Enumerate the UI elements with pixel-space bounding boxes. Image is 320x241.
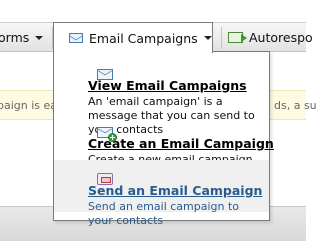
top-navbar: orms Email Campaigns Autorespo: [0, 22, 313, 53]
nav-email-campaigns[interactable]: Email Campaigns: [53, 22, 213, 53]
autoresponder-icon: [228, 32, 247, 43]
menu-item-title[interactable]: View Email Campaigns: [88, 74, 269, 93]
send-envelope-icon: [97, 173, 113, 185]
menu-item-send-email-campaign[interactable]: Send an Email Campaign Send an email cam…: [54, 160, 269, 227]
plus-badge-icon: [108, 133, 117, 142]
menu-item-title[interactable]: Send an Email Campaign: [88, 179, 269, 198]
nav-autoresponders[interactable]: Autorespo: [228, 23, 313, 52]
nav-forms-label: orms: [0, 30, 30, 45]
envelope-icon: [69, 33, 83, 43]
menu-item-create-email-campaign[interactable]: Create an Email Campaign Create a new em…: [54, 113, 274, 166]
envelope-add-icon: [97, 127, 117, 142]
email-campaigns-dropdown: View Email Campaigns An 'email campaign'…: [53, 51, 274, 227]
chevron-down-icon: [35, 35, 44, 40]
nav-forms[interactable]: orms: [0, 23, 44, 52]
envelope-icon: [97, 69, 113, 80]
menu-item-view-email-campaigns[interactable]: View Email Campaigns An 'email campaign'…: [54, 55, 269, 136]
menu-item-description: Send an email campaign to your contacts: [88, 200, 240, 227]
nav-autoresponders-label: Autorespo: [249, 30, 313, 45]
notice-text-right: ds, a su: [274, 99, 317, 112]
chevron-down-icon: [203, 36, 212, 40]
nav-email-campaigns-label: Email Campaigns: [89, 30, 198, 46]
nav-separator: [221, 27, 222, 49]
